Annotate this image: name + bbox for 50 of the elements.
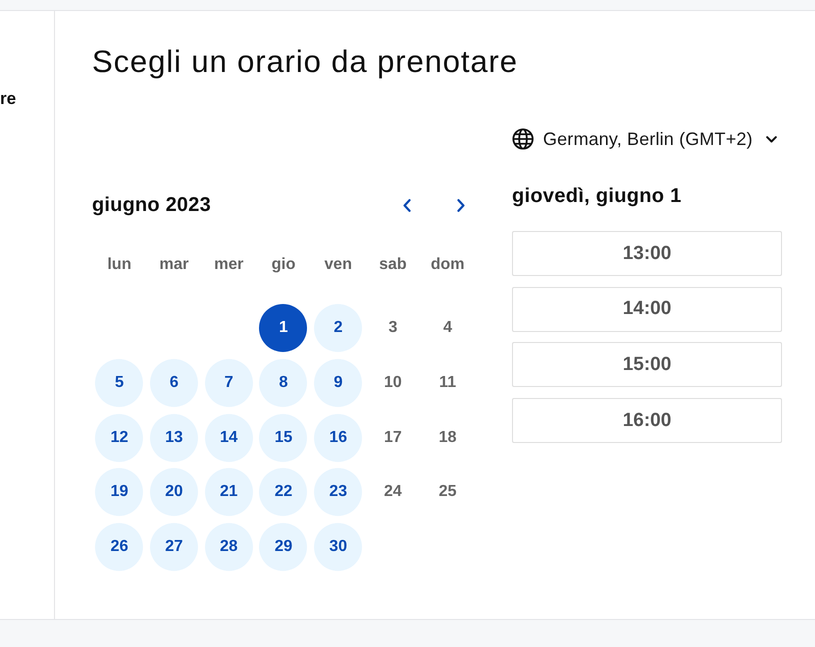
date-button[interactable]: 20 [150, 468, 198, 516]
weekday-label: sab [379, 255, 407, 275]
date-number: 11 [438, 372, 458, 393]
date-number: 18 [438, 428, 458, 448]
weekday-label: gio [271, 255, 296, 275]
sidebar-text: re [0, 88, 16, 110]
date-button[interactable]: 16 [314, 414, 362, 462]
page-heading: Scegli un orario da prenotare [92, 45, 518, 79]
date-button[interactable]: 1 [259, 304, 308, 352]
date-button[interactable]: 5 [95, 358, 144, 407]
selected-date-heading: giovedì, giugno 1 [512, 184, 682, 208]
date-button[interactable]: 6 [150, 358, 198, 407]
date-button[interactable]: 27 [150, 522, 198, 571]
date-button[interactable]: 8 [259, 358, 308, 407]
date-button[interactable]: 23 [314, 468, 362, 516]
time-slot-button[interactable]: 15:00 [512, 342, 782, 388]
weekday-label: mar [159, 255, 189, 275]
date-button[interactable]: 30 [314, 522, 362, 571]
date-button[interactable]: 26 [95, 522, 144, 571]
date-button[interactable]: 12 [95, 414, 144, 462]
date-button[interactable]: 7 [204, 358, 253, 407]
date-button[interactable]: 2 [314, 304, 362, 352]
globe-icon [512, 128, 534, 150]
date-number: 4 [442, 318, 454, 338]
date-button[interactable]: 19 [95, 468, 144, 516]
month-title: giugno 2023 [92, 193, 212, 217]
time-slot-button[interactable]: 14:00 [512, 286, 782, 332]
date-button[interactable]: 22 [259, 468, 308, 516]
chevron-right-icon [457, 198, 465, 212]
date-button[interactable]: 21 [204, 468, 253, 516]
weekday-label: mer [214, 255, 244, 275]
date-button[interactable]: 15 [259, 414, 308, 462]
date-number: 24 [383, 482, 403, 502]
date-number: 25 [438, 482, 458, 502]
weekday-label: lun [107, 255, 132, 275]
time-slot-button[interactable]: 13:00 [512, 231, 782, 276]
time-slot-button[interactable]: 16:00 [512, 398, 782, 444]
date-button[interactable]: 29 [259, 522, 308, 571]
timezone-dropdown[interactable]: Germany, Berlin (GMT+2) [512, 127, 777, 151]
date-number: 17 [383, 428, 403, 448]
weekday-label: dom [430, 255, 465, 275]
date-button[interactable]: 14 [204, 414, 253, 462]
date-button[interactable]: 28 [204, 522, 253, 571]
date-number: 3 [387, 318, 398, 338]
chevron-down-icon [766, 136, 777, 142]
date-button[interactable]: 13 [150, 414, 198, 462]
chevron-left-icon [403, 198, 411, 212]
date-button[interactable]: 9 [314, 358, 362, 407]
date-number: 10 [383, 372, 403, 393]
weekday-label: ven [324, 255, 352, 275]
